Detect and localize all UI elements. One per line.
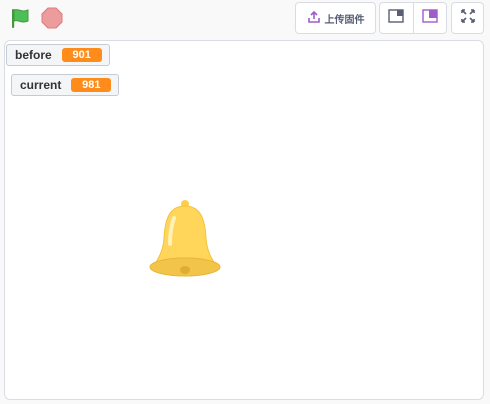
normal-stage-icon	[422, 8, 438, 28]
bell-sprite[interactable]	[147, 198, 223, 282]
variable-monitor-before[interactable]: before 901	[6, 44, 110, 66]
monitor-value: 981	[71, 78, 112, 92]
small-stage-button[interactable]	[380, 3, 413, 33]
normal-stage-button[interactable]	[412, 3, 447, 33]
stage-toolbar: 上传固件	[0, 0, 490, 40]
upload-icon	[307, 10, 321, 27]
stop-icon[interactable]	[40, 6, 64, 30]
monitor-label: current	[20, 78, 62, 92]
upload-firmware-button[interactable]: 上传固件	[295, 2, 376, 34]
stage-canvas[interactable]: before 901 current 981	[4, 40, 484, 400]
small-stage-icon	[388, 8, 404, 28]
monitor-value: 901	[61, 48, 102, 62]
green-flag-icon[interactable]	[8, 6, 32, 30]
variable-monitor-current[interactable]: current 981	[11, 74, 119, 96]
fullscreen-icon	[460, 8, 475, 28]
monitor-label: before	[15, 48, 52, 62]
stage-layout-toggle	[379, 2, 447, 34]
upload-firmware-label: 上传固件	[324, 14, 365, 26]
fullscreen-button[interactable]	[451, 2, 484, 34]
